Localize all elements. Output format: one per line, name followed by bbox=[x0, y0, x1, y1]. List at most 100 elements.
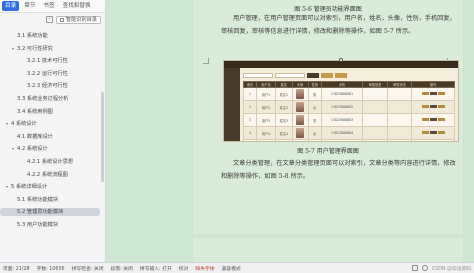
figure-table-row: 4 用户4 姓名4 女 13823888884 bbox=[242, 126, 455, 140]
tab-bookmark[interactable]: 书签 bbox=[40, 1, 57, 11]
toc-item[interactable]: 5.3 用户功能模块 bbox=[0, 221, 100, 229]
status-proofread[interactable]: 校对 bbox=[179, 265, 189, 272]
figure-table-cell: 用户2 bbox=[256, 100, 276, 114]
figure-op-button bbox=[437, 118, 445, 121]
figure-ops-cell bbox=[411, 126, 455, 140]
figure-table-cell bbox=[386, 100, 413, 114]
status-paragraph[interactable]: 段落: 关闭 bbox=[111, 265, 133, 272]
toc-item[interactable]: 5.1 系统功能模块 bbox=[0, 196, 100, 204]
figure-table-cell: 男 bbox=[307, 87, 322, 101]
figure-table-cell: 13823888884 bbox=[320, 126, 364, 140]
toc-item[interactable]: 5.2 管理员功能模块 bbox=[0, 208, 100, 217]
figure-table-cell: 姓名1 bbox=[274, 87, 293, 101]
figure-op-button bbox=[429, 131, 437, 134]
toc-item[interactable]: ▾ 5 系统详细设计 bbox=[0, 183, 100, 191]
figure-op-buttons bbox=[421, 131, 445, 134]
figure-ops-cell bbox=[411, 139, 455, 141]
caption-figure-5-6: 图 5-6 管理员功能界面图 bbox=[294, 6, 362, 13]
figure-table-cell bbox=[362, 139, 388, 141]
toc-item[interactable]: 3.2.2 运行可行性 bbox=[0, 70, 100, 78]
toc-item-label: 4 系统设计 bbox=[11, 121, 37, 128]
paragraph-article-category: 文章分类管理，在文章分类管理页面可以对索引，文章分类等内容进行详情，修改和删除等… bbox=[221, 160, 456, 180]
figure-table-cell: 13823888885 bbox=[320, 139, 364, 141]
toc-item[interactable]: ▾ 4.2 系统设计 bbox=[0, 145, 100, 153]
figure-table-row: 2 用户2 姓名2 女 13823888882 bbox=[242, 100, 455, 114]
figure-op-button bbox=[421, 92, 429, 95]
figure-op-button bbox=[421, 131, 429, 134]
toc-item[interactable]: 4.2.2 系统流程图 bbox=[0, 171, 100, 179]
figure-table-cell bbox=[386, 126, 413, 140]
toc-item-label: 3.3 系统业务过程分析 bbox=[17, 96, 69, 102]
document-area: ⊞ 图 5-6 管理员功能界面图 用户管理，在用户管理页面可以对索引，用户名，姓… bbox=[107, 0, 474, 262]
toc-item[interactable]: ▾ 3.2 可行性研究 bbox=[0, 45, 100, 53]
status-words[interactable]: 字数: 10656 bbox=[37, 265, 65, 272]
toc-item-label: 4.2.2 系统流程图 bbox=[27, 171, 68, 178]
tab-chapter[interactable]: 章节 bbox=[21, 1, 38, 11]
figure-user-table: 索引 用户名 姓名 头像 性别 手机 审核回复 审核状态 操作 1 用户1 姓名1 男 13823888… bbox=[242, 81, 455, 141]
smart-toc-button[interactable]: 智能识别目录 bbox=[55, 15, 101, 24]
figure-search-input bbox=[275, 73, 305, 78]
status-input[interactable]: 拼写输入: 打开 bbox=[140, 265, 172, 272]
toc-item[interactable]: 4.2.1 系统设计思想 bbox=[0, 158, 100, 166]
figure-avatar-cell bbox=[291, 100, 309, 114]
reading-mode-icon[interactable] bbox=[421, 265, 428, 271]
figure-table-cell bbox=[386, 139, 413, 141]
figure-table-row: 1 用户1 姓名1 男 13823888881 bbox=[242, 87, 455, 101]
figure-op-buttons bbox=[421, 92, 445, 95]
page-view-icon[interactable] bbox=[411, 265, 418, 271]
avatar bbox=[296, 127, 305, 138]
nav-scrollbar[interactable] bbox=[101, 92, 104, 182]
toc-item[interactable]: 3.1 系统功能 bbox=[0, 32, 100, 40]
toc-item[interactable]: 3.3 系统业务过程分析 bbox=[0, 95, 100, 103]
watermark-text: CSDN @毕设源码 bbox=[431, 266, 471, 272]
figure-op-button bbox=[421, 118, 429, 121]
figure-avatar-cell bbox=[291, 126, 309, 140]
smart-toc-icon bbox=[59, 17, 64, 22]
figure-body: 索引 用户名 姓名 头像 性别 手机 审核回复 审核状态 操作 1 用户1 姓名1 男 13823888… bbox=[224, 68, 458, 141]
figure-op-button bbox=[429, 92, 437, 95]
figure-table-row: 3 用户3 姓名3 男 13823888883 bbox=[242, 113, 455, 127]
toc-item-label: 4.1 数据库设计 bbox=[17, 133, 53, 140]
toc-item[interactable]: 3.2.1 技术可行性 bbox=[0, 57, 100, 65]
status-compat: 兼容模式 bbox=[221, 266, 241, 272]
figure-table-cell bbox=[386, 87, 413, 101]
figure-op-button bbox=[437, 105, 445, 108]
figure-op-button bbox=[437, 131, 445, 134]
status-spell[interactable]: 拼写检查: 关闭 bbox=[72, 265, 104, 272]
status-missing-font[interactable]: 缺失字体 bbox=[195, 265, 214, 272]
collapse-icon[interactable]: ‹ bbox=[45, 16, 53, 23]
figure-table-cell: 13823888883 bbox=[320, 113, 364, 127]
toc-item[interactable]: 3.4 系统用例图 bbox=[0, 108, 100, 116]
toc-item-label: 5.1 系统功能模块 bbox=[17, 196, 59, 203]
toc-item[interactable]: ▾ 4 系统设计 bbox=[0, 120, 100, 128]
tab-find-replace[interactable]: 查找和替换 bbox=[60, 1, 94, 11]
figure-op-button bbox=[429, 118, 437, 121]
avatar bbox=[296, 140, 305, 141]
crop-mark bbox=[203, 58, 209, 64]
toc-list: 3.1 系统功能 ▾ 3.2 可行性研究 3.2.1 技术可行性 3.2.2 运行可行性… bbox=[0, 26, 105, 260]
figure-avatar-cell bbox=[291, 139, 309, 141]
figure-avatar-cell bbox=[291, 113, 309, 127]
toc-item-label: 5 系统详细设计 bbox=[11, 184, 48, 191]
user-management-figure[interactable]: 索引 用户名 姓名 头像 性别 手机 审核回复 审核状态 操作 1 用户1 姓名1 男 13823888… bbox=[223, 60, 459, 142]
figure-avatar-cell bbox=[291, 87, 309, 101]
figure-ops-cell bbox=[411, 87, 455, 101]
caption-figure-5-7: 图 5-7 用户管理界面图 bbox=[297, 148, 359, 155]
toc-item-label: 3.2.1 技术可行性 bbox=[27, 58, 68, 65]
figure-add-button bbox=[321, 73, 333, 78]
figure-table-cell: 13823888881 bbox=[320, 87, 364, 101]
figure-table-cell: 男 bbox=[307, 113, 322, 127]
toc-item-label: 3.2.3 经济可行性 bbox=[27, 83, 68, 90]
tab-toc[interactable]: 目录 bbox=[2, 1, 20, 11]
figure-header-bar bbox=[224, 61, 458, 68]
toc-item[interactable]: 3.2.3 经济可行性 bbox=[0, 82, 100, 90]
status-page[interactable]: 页面: 21/28 bbox=[3, 265, 30, 272]
figure-table-cell: 姓名5 bbox=[274, 139, 293, 141]
document-page: 图 5-6 管理员功能界面图 用户管理，在用户管理页面可以对索引，用户名，姓名，… bbox=[193, 0, 463, 234]
resize-handle[interactable] bbox=[339, 58, 343, 62]
next-document-page bbox=[193, 238, 463, 262]
figure-op-button bbox=[429, 105, 437, 108]
figure-table-cell bbox=[362, 100, 388, 114]
toc-item[interactable]: 4.1 数据库设计 bbox=[0, 133, 100, 141]
figure-table-cell: 姓名3 bbox=[274, 113, 293, 127]
